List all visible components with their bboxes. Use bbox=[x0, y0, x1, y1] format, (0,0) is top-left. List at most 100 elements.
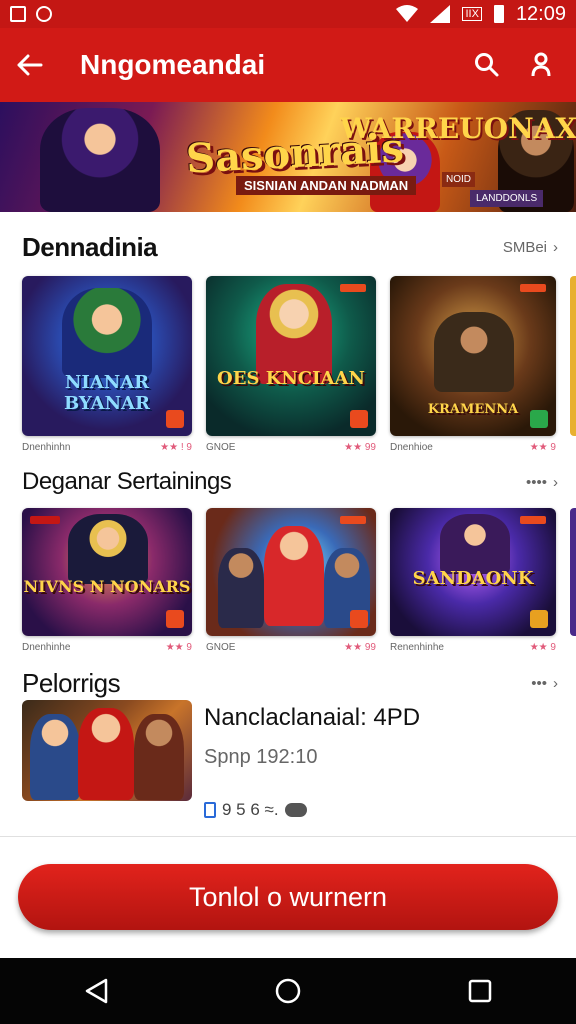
game-card[interactable] bbox=[206, 508, 376, 636]
card-peek bbox=[570, 508, 576, 636]
card-meta: Dnenhioe ★★ 9 bbox=[390, 442, 556, 453]
wifi-icon bbox=[396, 5, 419, 22]
search-icon bbox=[475, 53, 499, 77]
circle-home-icon bbox=[275, 978, 301, 1004]
card-meta: GNOE ★★ 99 bbox=[206, 442, 376, 453]
card-title: SANDAONK bbox=[412, 568, 534, 589]
promo-banner[interactable]: WARREUONAX Sasonrais SISNIAN ANDAN NADMA… bbox=[0, 102, 576, 212]
card-art bbox=[218, 548, 264, 628]
card-badge bbox=[530, 410, 548, 428]
more-options-button[interactable]: ••• › bbox=[531, 675, 558, 692]
more-label: ••• bbox=[531, 675, 547, 692]
nav-home-button[interactable] bbox=[258, 961, 318, 1021]
card-tag bbox=[340, 516, 366, 524]
nav-recents-button[interactable] bbox=[450, 961, 510, 1021]
chevron-right-icon: › bbox=[553, 239, 558, 256]
card-rating: ★★ 9 bbox=[165, 642, 192, 653]
section-title: Deganar Sertainings bbox=[22, 468, 232, 495]
card-title: NIVNS N NONARS bbox=[23, 577, 191, 596]
card-badge bbox=[350, 410, 368, 428]
card-art bbox=[264, 526, 324, 626]
section-header-1: Dennadinia SMBei › bbox=[22, 232, 558, 263]
card-meta: GNOE ★★ 99 bbox=[206, 642, 376, 653]
card-meta-left: Dnenhinhn bbox=[22, 442, 71, 453]
profile-button[interactable] bbox=[524, 48, 558, 82]
card-rating: ★★ 9 bbox=[529, 442, 556, 453]
app-bar: Nngomeandai bbox=[0, 28, 576, 102]
game-card[interactable]: OES KNCIAAN bbox=[206, 276, 376, 436]
system-nav-bar bbox=[0, 958, 576, 1024]
chevron-right-icon: › bbox=[553, 675, 558, 692]
card-meta-left: GNOE bbox=[206, 442, 236, 453]
status-time: 12:09 bbox=[515, 2, 566, 25]
see-more-button[interactable]: •••• › bbox=[526, 474, 558, 491]
arrow-left-icon bbox=[17, 54, 43, 76]
card-meta: Dnenhinhn ★★ ! 9 bbox=[22, 442, 192, 453]
card-tag bbox=[520, 284, 546, 292]
game-card[interactable]: KRAMENNA bbox=[390, 276, 556, 436]
signal-box: IIX bbox=[462, 7, 482, 21]
card-meta-left: GNOE bbox=[206, 642, 236, 653]
card-rating: ★★ 99 bbox=[344, 642, 376, 653]
controller-icon bbox=[284, 803, 307, 817]
card-peek bbox=[570, 276, 576, 436]
card-title: OES KNCIAAN bbox=[217, 368, 365, 389]
card-badge bbox=[350, 610, 368, 628]
section-header-2: Deganar Sertainings •••• › bbox=[22, 468, 558, 496]
card-art bbox=[434, 312, 514, 392]
card-tag bbox=[340, 284, 366, 292]
featured-stats-text: 9 5 6 ≈. bbox=[222, 800, 279, 819]
card-badge bbox=[530, 610, 548, 628]
banner-chip-1: NOID bbox=[442, 172, 475, 187]
card-art bbox=[78, 708, 134, 800]
featured-title: Nanclaclanaial: 4PD bbox=[204, 704, 421, 731]
card-art bbox=[30, 714, 80, 800]
card-rating: ★★ ! 9 bbox=[160, 442, 192, 453]
card-rating: ★★ 9 bbox=[529, 642, 556, 653]
square-recents-icon bbox=[468, 979, 492, 1003]
hero-characters-left bbox=[40, 108, 160, 212]
sync-notification-icon bbox=[36, 6, 52, 22]
card-meta: Dnenhinhe ★★ 9 bbox=[22, 642, 192, 653]
see-more-label: SMBei bbox=[502, 239, 547, 256]
card-meta-left: Dnenhinhe bbox=[22, 642, 71, 653]
card-art bbox=[134, 714, 184, 800]
featured-stats: 9 5 6 ≈. bbox=[204, 800, 307, 820]
app-title: Nngomeandai bbox=[80, 49, 266, 80]
signal-icon bbox=[430, 5, 451, 23]
section-title: Pelorrigs bbox=[22, 668, 121, 698]
card-meta-left: Renenhinhe bbox=[390, 642, 444, 653]
card-tag bbox=[520, 516, 546, 524]
game-card[interactable]: SANDAONK bbox=[390, 508, 556, 636]
thumbs-up-icon bbox=[204, 802, 216, 818]
see-more-button[interactable]: SMBei › bbox=[503, 239, 558, 256]
divider bbox=[0, 836, 576, 837]
primary-cta-button[interactable]: Tonlol o wurnern bbox=[18, 864, 558, 930]
card-badge bbox=[166, 410, 184, 428]
section-header-3: Pelorrigs ••• › bbox=[22, 668, 558, 699]
status-bar: IIX 12:09 bbox=[0, 0, 576, 28]
card-title: NIANAR BYANAR bbox=[64, 372, 150, 414]
battery-icon bbox=[493, 5, 504, 23]
gallery-notification-icon bbox=[10, 6, 26, 22]
card-meta: Renenhinhe ★★ 9 bbox=[390, 642, 556, 653]
card-badge bbox=[166, 610, 184, 628]
card-art bbox=[68, 514, 148, 584]
game-card[interactable]: NIANAR BYANAR bbox=[22, 276, 192, 436]
card-art bbox=[62, 288, 152, 378]
featured-subtitle: Spnp 192:10 bbox=[204, 746, 318, 768]
section-title: Dennadinia bbox=[22, 232, 158, 262]
featured-game-image[interactable] bbox=[22, 700, 192, 801]
card-rating: ★★ 99 bbox=[344, 442, 376, 453]
card-meta-left: Dnenhioe bbox=[390, 442, 433, 453]
game-card[interactable]: NIVNS N NONARS bbox=[22, 508, 192, 636]
banner-chip-2: LANDDONLS bbox=[470, 190, 544, 207]
card-art bbox=[440, 514, 510, 574]
person-icon bbox=[531, 52, 551, 77]
triangle-back-icon bbox=[85, 978, 108, 1004]
card-tag bbox=[30, 516, 60, 524]
search-button[interactable] bbox=[470, 48, 504, 82]
nav-back-button[interactable] bbox=[66, 961, 126, 1021]
banner-subtitle: SISNIAN ANDAN NADMAN bbox=[236, 176, 417, 195]
back-button[interactable] bbox=[0, 35, 60, 95]
